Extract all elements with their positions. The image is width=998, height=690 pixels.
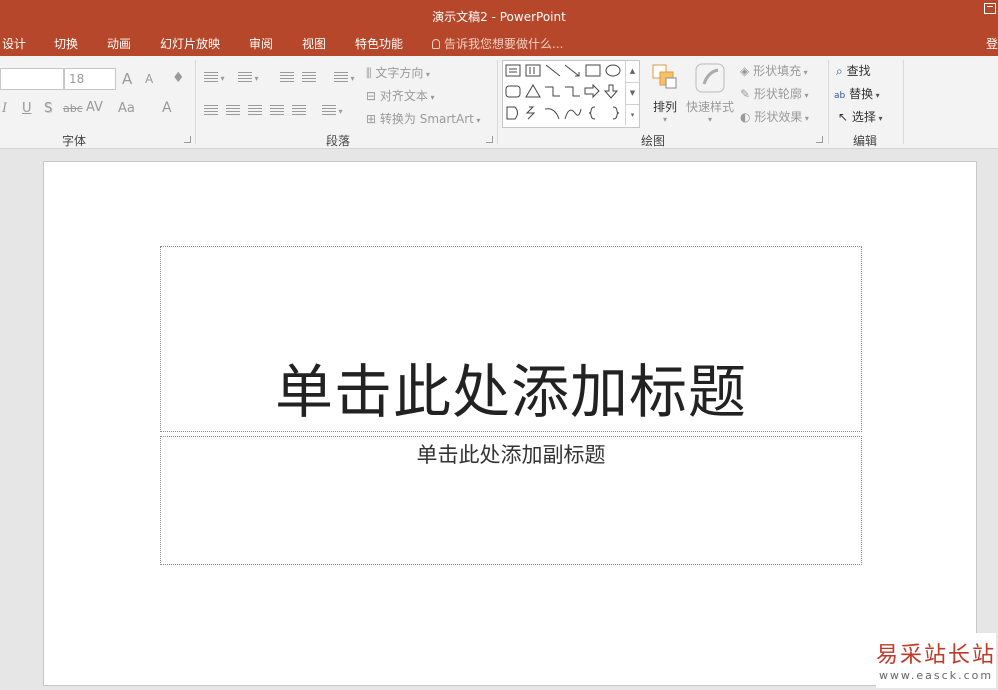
gallery-up-icon[interactable]: ▲: [626, 61, 639, 83]
tab-animations[interactable]: 动画: [107, 35, 131, 52]
select-button[interactable]: ↖ 选择 ▾: [838, 108, 882, 125]
magnifier-icon: ⌕: [836, 64, 843, 78]
shape-outline-button[interactable]: ✎ 形状轮廓 ▾: [740, 85, 808, 102]
shape-fill-button[interactable]: ◈ 形状填充 ▾: [740, 62, 808, 79]
align-center-button[interactable]: [226, 103, 240, 117]
group-label-drawing: 绘图: [641, 134, 666, 148]
distributed-button[interactable]: [292, 103, 306, 117]
cursor-icon: ↖: [838, 110, 849, 124]
increase-indent-button[interactable]: [302, 70, 316, 84]
italic-button[interactable]: I: [2, 101, 7, 116]
effects-icon: ◐: [740, 110, 751, 124]
paragraph-dialog-launcher-icon[interactable]: [486, 136, 493, 143]
change-case-button[interactable]: Aa: [118, 101, 135, 116]
line-spacing-button[interactable]: ▾: [334, 70, 355, 84]
tell-me-search[interactable]: 告诉我您想要做什么...: [432, 35, 563, 52]
group-label-paragraph: 段落: [326, 134, 351, 148]
replace-icon: ab: [834, 91, 846, 101]
pen-icon: ✎: [740, 87, 751, 101]
tab-slideshow[interactable]: 幻灯片放映: [160, 35, 220, 52]
shapes-gallery-scroll[interactable]: ▲ ▼ ▾: [625, 61, 639, 125]
shapes-gallery[interactable]: ▲ ▼ ▾: [502, 60, 640, 128]
sign-in-button[interactable]: 登: [986, 35, 998, 52]
clear-format-icon[interactable]: ♦: [172, 70, 185, 86]
shrink-font-button[interactable]: A: [145, 72, 153, 86]
tell-me-text: 告诉我您想要做什么...: [444, 37, 564, 51]
tab-view[interactable]: 视图: [302, 35, 326, 52]
font-size-box[interactable]: 18: [64, 68, 116, 90]
arrange-button[interactable]: 排列 ▾: [648, 62, 682, 124]
group-label-font: 字体: [62, 134, 87, 148]
grow-font-button[interactable]: A: [122, 70, 132, 88]
gallery-more-icon[interactable]: ▾: [626, 105, 639, 126]
subtitle-placeholder[interactable]: 单击此处添加副标题: [160, 436, 862, 565]
font-color-button[interactable]: A: [162, 100, 172, 116]
ribbon-display-options-icon[interactable]: [984, 3, 996, 14]
title-placeholder[interactable]: 单击此处添加标题: [160, 246, 862, 432]
text-direction-button[interactable]: ⫼ 文字方向 ▾: [366, 64, 430, 81]
replace-button[interactable]: ab 替换 ▾: [834, 85, 880, 102]
align-left-button[interactable]: [204, 103, 218, 117]
lightbulb-icon: [432, 39, 440, 49]
font-name-box[interactable]: [0, 68, 64, 90]
arrange-icon: [652, 64, 677, 89]
watermark-url: www.easck.com: [878, 669, 994, 682]
shape-effects-button[interactable]: ◐ 形状效果 ▾: [740, 108, 809, 125]
align-text-button[interactable]: ⊟ 对齐文本 ▾: [366, 87, 434, 104]
gallery-down-icon[interactable]: ▼: [626, 83, 639, 105]
decrease-indent-button[interactable]: [280, 70, 294, 84]
text-direction-icon: ⫼: [366, 66, 372, 80]
tab-review[interactable]: 审阅: [249, 35, 273, 52]
subtitle-placeholder-text: 单击此处添加副标题: [416, 443, 606, 467]
font-dialog-launcher-icon[interactable]: [184, 136, 191, 143]
character-spacing-button[interactable]: AV: [86, 100, 103, 115]
underline-button[interactable]: U: [22, 101, 32, 116]
drawing-dialog-launcher-icon[interactable]: [816, 136, 823, 143]
bullets-button[interactable]: ▾: [204, 70, 225, 84]
paint-bucket-icon: ◈: [740, 64, 750, 78]
tab-design[interactable]: 设计: [2, 35, 26, 52]
align-right-button[interactable]: [248, 103, 262, 117]
quick-styles-button[interactable]: 快速样式 ▾: [685, 62, 735, 124]
justify-button[interactable]: [270, 103, 284, 117]
shadow-button[interactable]: S: [44, 101, 52, 116]
smartart-icon: ⊞: [366, 112, 377, 126]
tab-transitions[interactable]: 切换: [54, 35, 78, 52]
title-placeholder-text: 单击此处添加标题: [274, 358, 747, 426]
watermark: 易采站长站 www.easck.com: [876, 633, 996, 688]
window-title: 演示文稿2 - PowerPoint: [432, 10, 566, 24]
tab-special-features[interactable]: 特色功能: [355, 35, 403, 52]
slide-canvas[interactable]: 单击此处添加标题 单击此处添加副标题: [43, 161, 977, 686]
title-bar: 演示文稿2 - PowerPoint 设计 切换 动画 幻灯片放映 审阅 视图 …: [0, 0, 998, 56]
watermark-chinese: 易采站长站: [876, 643, 997, 668]
ribbon: 18 A A ♦ I U S abc AV Aa A 字体 ▾ ▾ ▾ ▾ ⫼ …: [0, 56, 998, 149]
shapes-icons: [505, 64, 621, 120]
arrange-label: 排列: [652, 100, 677, 114]
numbering-button[interactable]: ▾: [238, 70, 259, 84]
align-text-icon: ⊟: [366, 89, 377, 103]
quick-styles-icon: [695, 63, 725, 93]
convert-smartart-button[interactable]: ⊞ 转换为 SmartArt ▾: [366, 110, 480, 127]
group-label-editing: 编辑: [853, 134, 878, 148]
columns-button[interactable]: ▾: [322, 103, 343, 117]
quick-styles-label: 快速样式: [685, 100, 734, 114]
font-size-value: 18: [69, 72, 85, 86]
find-button[interactable]: ⌕ 查找: [836, 62, 871, 79]
strikethrough-button[interactable]: abc: [63, 102, 83, 115]
